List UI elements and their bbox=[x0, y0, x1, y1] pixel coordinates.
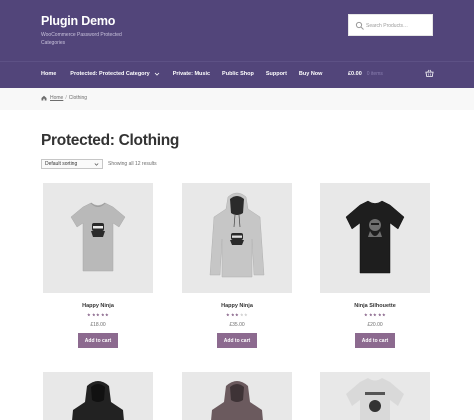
nav-item-label: Buy Now bbox=[298, 71, 323, 77]
primary-nav: Home Protected: Protected Category Priva… bbox=[41, 68, 322, 80]
breadcrumb-current: Clothing bbox=[68, 95, 88, 101]
star-icon bbox=[364, 313, 368, 317]
product-price: £35.00 bbox=[229, 322, 245, 328]
star-icon bbox=[382, 313, 386, 317]
add-to-cart-button[interactable]: Add to cart bbox=[217, 333, 257, 348]
nav-item-public-shop[interactable]: Public Shop bbox=[222, 71, 254, 77]
site-title[interactable]: Plugin Demo bbox=[41, 14, 115, 28]
cart-count: 0 items bbox=[366, 71, 383, 77]
breadcrumb-separator: / bbox=[65, 95, 67, 101]
star-icon bbox=[96, 313, 100, 317]
add-to-cart-button[interactable]: Add to cart bbox=[355, 333, 395, 348]
product-name[interactable]: Happy Ninja bbox=[182, 303, 292, 309]
nav-item-label: Private: Music bbox=[172, 71, 211, 77]
product-image[interactable] bbox=[182, 183, 292, 293]
page-title: Protected: Clothing bbox=[41, 132, 180, 149]
search-input[interactable] bbox=[366, 17, 430, 34]
star-icon bbox=[230, 313, 235, 317]
tshirt-image bbox=[70, 202, 126, 272]
add-to-cart-button[interactable]: Add to cart bbox=[78, 333, 118, 348]
nav-divider bbox=[0, 61, 474, 62]
product-image[interactable] bbox=[182, 372, 292, 420]
cart-link[interactable]: £0.00 0 items bbox=[348, 68, 383, 80]
breadcrumb-bar: Home / Clothing bbox=[0, 88, 474, 110]
product-price: £18.00 bbox=[90, 322, 106, 328]
sort-select[interactable]: Default sorting bbox=[41, 159, 103, 169]
star-icon bbox=[373, 313, 377, 317]
star-icon bbox=[100, 313, 105, 317]
star-icon bbox=[105, 313, 109, 317]
product-price: £20.00 bbox=[367, 322, 383, 328]
nav-item-home[interactable]: Home bbox=[41, 71, 56, 77]
hoodie-image bbox=[72, 381, 124, 420]
tshirt-image bbox=[345, 200, 405, 274]
breadcrumb: Home / Clothing bbox=[41, 95, 87, 101]
nav-item-label: Public Shop bbox=[222, 71, 254, 77]
star-rating bbox=[87, 313, 109, 317]
basket-icon[interactable] bbox=[425, 69, 434, 78]
nav-item-label: Support bbox=[265, 71, 287, 77]
star-icon bbox=[235, 313, 239, 317]
star-icon bbox=[377, 313, 382, 317]
product-name[interactable]: Happy Ninja bbox=[43, 303, 153, 309]
search-box[interactable] bbox=[348, 14, 433, 36]
product-image[interactable] bbox=[43, 183, 153, 293]
tshirt-image bbox=[346, 378, 404, 420]
nav-item-label: Home bbox=[41, 71, 57, 77]
star-icon bbox=[226, 313, 230, 317]
star-rating bbox=[364, 313, 386, 317]
nav-item-support[interactable]: Support bbox=[266, 71, 287, 77]
nav-item-private-music[interactable]: Private: Music bbox=[173, 71, 210, 77]
sort-selected-value: Default sorting bbox=[45, 161, 78, 167]
star-icon bbox=[91, 313, 96, 317]
home-icon bbox=[41, 95, 47, 101]
site-description: WooCommerce Password Protected Categorie… bbox=[41, 32, 122, 46]
star-icon bbox=[368, 313, 373, 317]
nav-item-protected-category[interactable]: Protected: Protected Category bbox=[70, 71, 160, 77]
product-image[interactable] bbox=[43, 372, 153, 420]
product-image[interactable] bbox=[320, 183, 430, 293]
chevron-down-icon bbox=[154, 72, 160, 76]
nav-item-buy-now[interactable]: Buy Now bbox=[299, 71, 323, 77]
product-image[interactable] bbox=[320, 372, 430, 420]
result-count: Showing all 12 results bbox=[108, 161, 157, 167]
search-icon bbox=[355, 21, 364, 30]
nav-item-label: Protected: Protected Category bbox=[70, 71, 150, 77]
hoodie-image bbox=[209, 192, 265, 278]
cart-total: £0.00 bbox=[348, 71, 362, 77]
product-name[interactable]: Ninja Silhouette bbox=[320, 303, 430, 309]
chevron-down-icon bbox=[94, 163, 99, 166]
site-header: Plugin Demo WooCommerce Password Protect… bbox=[0, 0, 474, 88]
star-icon bbox=[239, 313, 244, 317]
star-rating bbox=[226, 313, 248, 317]
hoodie-image bbox=[211, 381, 263, 420]
star-icon bbox=[87, 313, 91, 317]
breadcrumb-home-link[interactable]: Home bbox=[50, 95, 63, 101]
star-icon bbox=[244, 313, 248, 317]
